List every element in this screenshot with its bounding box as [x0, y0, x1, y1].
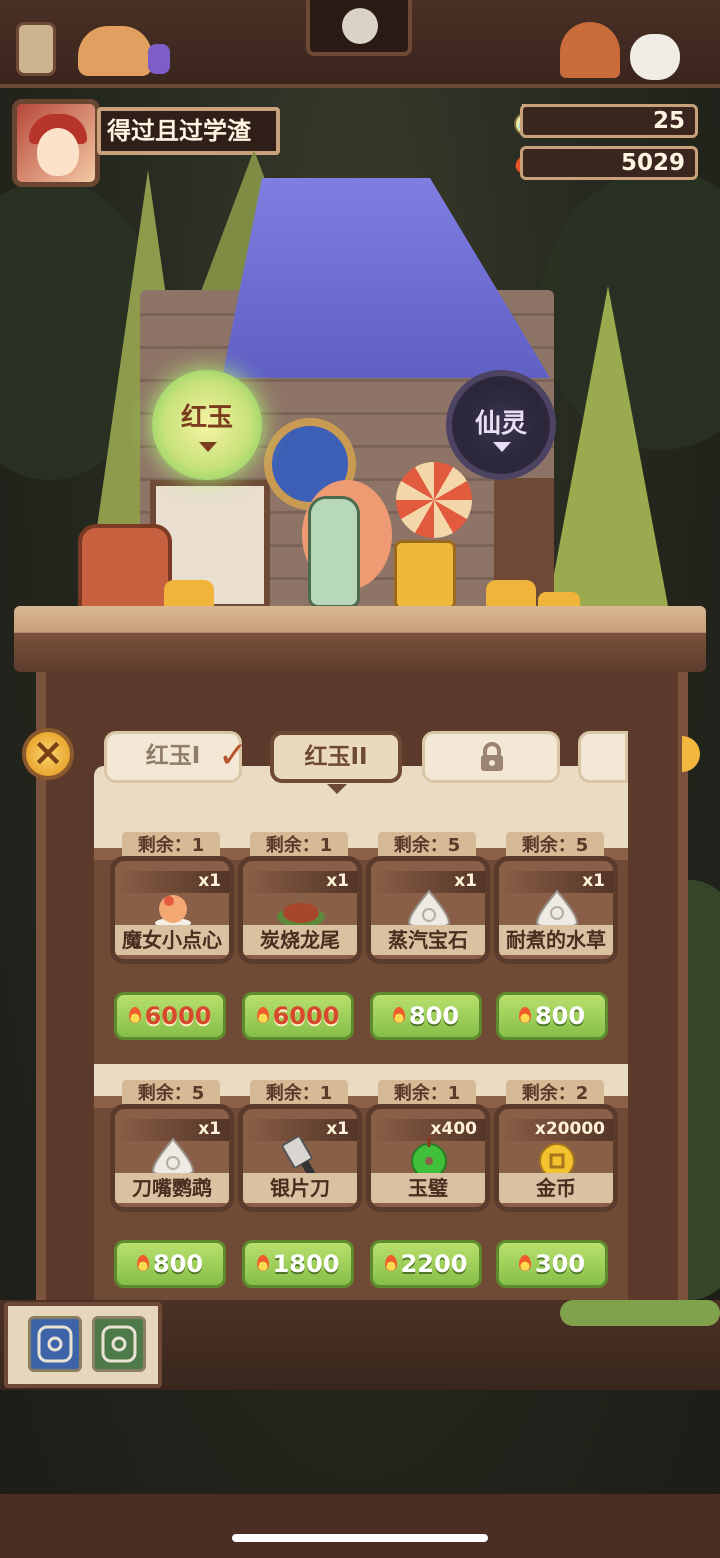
red-jade-orb-label: 红玉 — [180, 403, 233, 433]
tab-red-jade-2[interactable]: 红玉II — [270, 731, 402, 783]
item-name: 银片刀 — [243, 1173, 357, 1203]
gold-chest-icon — [394, 540, 456, 610]
tab-label: 红玉II — [304, 744, 368, 770]
item-qty: x1 — [198, 1119, 221, 1139]
item-qty: x20000 — [534, 1119, 605, 1139]
buy-button[interactable]: 800 — [370, 992, 482, 1040]
flame-icon — [518, 1007, 531, 1023]
item-name: 玉璧 — [371, 1173, 485, 1203]
item-qty: x400 — [430, 1119, 477, 1139]
item-qty: x1 — [454, 871, 477, 891]
item-name: 蒸汽宝石 — [371, 925, 485, 955]
price-value: 6000 — [272, 1002, 340, 1030]
item-card-roast-dragon-tail[interactable]: x1 炭烧龙尾 — [238, 856, 362, 964]
buy-button[interactable]: 300 — [496, 1240, 608, 1288]
item-card-jade-disc[interactable]: x400 玉璧 — [366, 1104, 490, 1212]
slot-2-button[interactable] — [92, 1316, 146, 1372]
lock-icon — [481, 742, 503, 771]
white-cat-icon — [630, 34, 680, 80]
cat-portrait-icon — [342, 8, 378, 44]
buy-button[interactable]: 6000 — [114, 992, 226, 1040]
item-card-blade-parrot[interactable]: x1 刀嘴鹦鹉 — [110, 1104, 234, 1212]
top-center-portrait-frame — [306, 0, 412, 56]
item-card-water-grass[interactable]: x1 耐煮的水草 — [494, 856, 618, 964]
buy-button[interactable]: 800 — [496, 992, 608, 1040]
avatar-face — [37, 128, 79, 176]
quick-slot-panel — [4, 1302, 162, 1388]
buy-button[interactable]: 6000 — [242, 992, 354, 1040]
character-icon — [560, 22, 620, 78]
moss-decor — [560, 1300, 720, 1326]
price-value: 2200 — [400, 1250, 468, 1278]
flame-icon — [392, 1007, 405, 1023]
item-card-steam-gem[interactable]: x1 蒸汽宝石 — [366, 856, 490, 964]
cat-icon — [78, 26, 152, 76]
swirl-icon — [101, 1325, 137, 1363]
item-name: 金币 — [499, 1173, 613, 1203]
buy-button[interactable]: 800 — [114, 1240, 226, 1288]
potion-counter: 25 — [520, 104, 698, 138]
item-qty: x1 — [582, 871, 605, 891]
candy-icon — [396, 462, 472, 538]
close-button[interactable]: × — [22, 728, 74, 780]
tab-label: 红玉I — [145, 743, 201, 769]
price-value: 800 — [408, 1002, 460, 1030]
tab-next[interactable] — [578, 731, 628, 783]
spirit-orb-label: 仙灵 — [474, 409, 527, 439]
flame-icon — [256, 1255, 269, 1271]
item-name: 魔女小点心 — [115, 925, 229, 955]
item-name: 炭烧龙尾 — [243, 925, 357, 955]
item-qty: x1 — [326, 871, 349, 891]
checkmark-icon: ✓ — [218, 735, 249, 776]
item-card-silver-knife[interactable]: x1 银片刀 — [238, 1104, 362, 1212]
swirl-icon — [37, 1325, 73, 1363]
footer-bar — [0, 1494, 720, 1558]
price-value: 800 — [534, 1002, 586, 1030]
item-qty: x1 — [326, 1119, 349, 1139]
flame-icon — [256, 1007, 269, 1023]
player-name: 得过且过学渣 — [97, 107, 280, 155]
price-value: 1800 — [272, 1250, 340, 1278]
spirit-orb-button[interactable]: 仙灵 — [446, 370, 556, 480]
close-icon: × — [32, 730, 64, 774]
buy-button[interactable]: 2200 — [370, 1240, 482, 1288]
item-name: 耐煮的水草 — [499, 925, 613, 955]
slot-1-button[interactable] — [28, 1316, 82, 1372]
price-value: 6000 — [144, 1002, 212, 1030]
red-jade-orb-button[interactable]: 红玉 — [152, 370, 262, 480]
flame-icon — [518, 1255, 531, 1271]
price-value: 300 — [534, 1250, 586, 1278]
chevron-down-icon — [199, 442, 217, 452]
flame-icon — [384, 1255, 397, 1271]
book-icon — [148, 44, 170, 74]
player-avatar[interactable] — [12, 99, 100, 187]
scroll-icon — [16, 22, 56, 76]
fire-counter: 5029 — [520, 146, 698, 180]
item-card-gold-coin[interactable]: x20000 金币 — [494, 1104, 618, 1212]
potion-value: 25 — [652, 108, 685, 134]
buy-button[interactable]: 1800 — [242, 1240, 354, 1288]
display-shelf — [14, 606, 706, 672]
price-value: 800 — [152, 1250, 204, 1278]
flame-icon — [128, 1007, 141, 1023]
item-name: 刀嘴鹦鹉 — [115, 1173, 229, 1203]
chevron-down-icon — [493, 442, 511, 452]
pine-tree — [548, 286, 668, 606]
home-indicator[interactable] — [232, 1534, 488, 1542]
active-tab-pointer — [327, 784, 347, 794]
fire-value: 5029 — [620, 150, 685, 176]
bottle-icon — [308, 496, 360, 608]
item-qty: x1 — [198, 871, 221, 891]
item-card-witch-dessert[interactable]: x1 魔女小点心 — [110, 856, 234, 964]
flame-icon — [136, 1255, 149, 1271]
